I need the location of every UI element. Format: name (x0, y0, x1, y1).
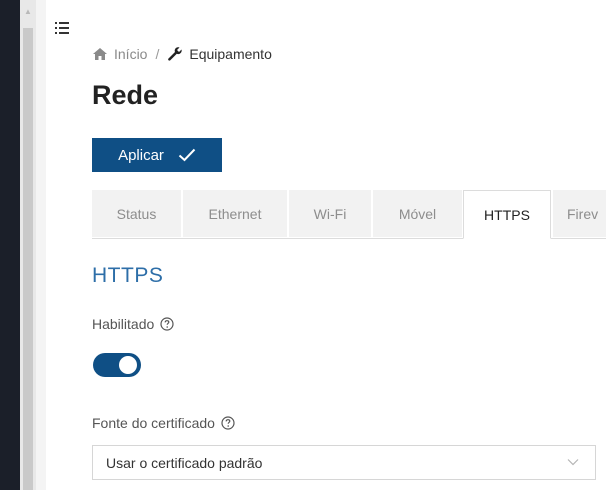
cert-source-select[interactable]: Usar o certificado padrão (92, 445, 596, 480)
cert-source-value: Usar o certificado padrão (106, 454, 263, 471)
breadcrumb-home-link[interactable]: Início (114, 46, 147, 62)
apply-button-label: Aplicar (118, 146, 164, 164)
tab-ethernet[interactable]: Ethernet (183, 190, 287, 237)
tab-label: Móvel (398, 205, 437, 222)
section-title: HTTPS (92, 264, 164, 287)
enabled-field-label: Habilitado (92, 316, 174, 332)
tab-status[interactable]: Status (92, 190, 181, 237)
check-icon (178, 148, 196, 162)
tab-https[interactable]: HTTPS (463, 190, 551, 239)
chevron-down-icon (567, 459, 579, 466)
sidebar-collapsed (0, 0, 20, 490)
https-enabled-toggle[interactable] (93, 353, 141, 377)
apply-button[interactable]: Aplicar (92, 138, 222, 172)
scrollbar-thumb[interactable] (23, 28, 33, 490)
tab-wifi[interactable]: Wi-Fi (289, 190, 371, 237)
tab-label: Wi-Fi (313, 205, 347, 222)
tab-movel[interactable]: Móvel (373, 190, 462, 237)
cert-source-label: Fonte do certificado (92, 415, 215, 431)
breadcrumb: Início / Equipamento (92, 46, 272, 62)
toggle-knob (119, 356, 137, 374)
wrench-icon (168, 47, 183, 61)
scroll-up-arrow-icon[interactable]: ▲ (24, 8, 32, 16)
help-icon[interactable] (160, 317, 174, 331)
tab-label: Ethernet (208, 205, 262, 222)
tab-label: Status (116, 205, 157, 222)
gutter (36, 0, 46, 490)
tab-bar: Status Ethernet Wi-Fi Móvel HTTPS Firev (92, 190, 606, 239)
breadcrumb-current: Equipamento (189, 46, 272, 62)
menu-list-icon[interactable] (55, 22, 69, 34)
cert-source-field-label: Fonte do certificado (92, 415, 235, 431)
page-title: Rede (92, 80, 159, 110)
help-icon[interactable] (221, 416, 235, 430)
home-icon[interactable] (92, 47, 108, 61)
breadcrumb-separator: / (155, 46, 160, 62)
tab-firewall[interactable]: Firev (553, 190, 606, 237)
enabled-label: Habilitado (92, 316, 155, 332)
tab-label: HTTPS (484, 206, 530, 223)
tab-label: Firev (567, 205, 599, 222)
